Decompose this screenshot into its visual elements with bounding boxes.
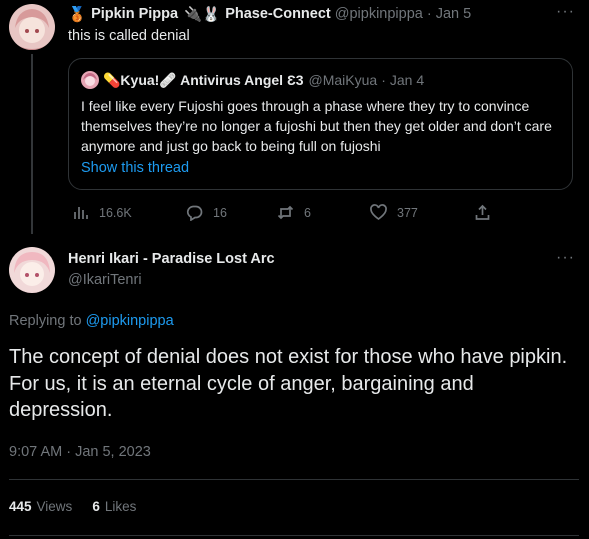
main-tweet-text: The concept of denial does not exist for… (9, 346, 568, 421)
separator-dot: · (381, 72, 386, 88)
retweet-button[interactable]: 6 (277, 204, 311, 221)
like-button[interactable]: 377 (370, 204, 418, 221)
divider (9, 479, 579, 480)
quoted-author-name[interactable]: 💊Kyua!🩹 Antivirus Angel Ɛ3 (103, 72, 304, 89)
parent-author-name[interactable]: Pipkin Pippa (91, 6, 178, 22)
reply-button[interactable]: 16 (186, 204, 227, 221)
separator-dot: · (426, 6, 432, 22)
views-stat-count: 445 (9, 499, 32, 514)
share-button[interactable] (474, 204, 491, 221)
views-button[interactable]: 16.6K (72, 204, 132, 221)
parent-tweet-text: this is called denial (68, 28, 190, 44)
show-thread-link[interactable]: Show this thread (81, 160, 189, 176)
divider (9, 535, 579, 536)
quoted-author-handle[interactable]: @MaiKyua (309, 72, 378, 88)
main-author-handle[interactable]: @IkariTenri (68, 272, 142, 288)
likes-stat-count: 6 (92, 499, 100, 514)
likes-stat[interactable]: 6 Likes (92, 499, 136, 514)
main-tweet-timestamp[interactable]: 9:07 AM · Jan 5, 2023 (9, 444, 151, 460)
like-count: 377 (397, 205, 418, 220)
quoted-tweet-header: 💊Kyua!🩹 Antivirus Angel Ɛ3 @MaiKyua · Ja… (81, 71, 424, 89)
quoted-tweet-card[interactable]: 💊Kyua!🩹 Antivirus Angel Ɛ3 @MaiKyua · Ja… (68, 58, 573, 190)
plug-rabbit-icon: 🔌🐰 (184, 6, 221, 23)
share-icon (475, 204, 490, 220)
medal-icon: 🥉 (68, 6, 87, 23)
parent-tweet-header: 🥉 Pipkin Pippa 🔌🐰 Phase-Connect @pipkinp… (68, 4, 471, 24)
likes-stat-label: Likes (104, 499, 137, 514)
reply-count: 16 (213, 205, 227, 220)
retweet-count: 6 (304, 205, 311, 220)
parent-tweet[interactable]: 🥉 Pipkin Pippa 🔌🐰 Phase-Connect @pipkinp… (0, 0, 589, 240)
analytics-icon (74, 207, 88, 219)
thread-connector-line (31, 54, 33, 234)
avatar[interactable] (9, 247, 55, 293)
avatar[interactable] (9, 4, 55, 50)
retweet-icon (277, 205, 294, 220)
views-stat[interactable]: 445 Views (9, 499, 72, 514)
views-stat-label: Views (36, 499, 73, 514)
tweet-stats: 445 Views 6 Likes (9, 499, 156, 514)
quoted-avatar (81, 71, 99, 89)
quoted-tweet-date: Jan 4 (389, 72, 425, 88)
parent-author-affiliation[interactable]: Phase-Connect (225, 6, 331, 22)
replying-to-line: Replying to @pipkinpippa (9, 313, 174, 329)
parent-tweet-date[interactable]: Jan 5 (436, 6, 471, 22)
parent-author-handle[interactable]: @pipkinpippa (335, 6, 423, 22)
views-count: 16.6K (99, 205, 132, 220)
reply-icon (186, 205, 203, 221)
tweet-action-bar: 16.6K 16 6 377 (72, 204, 492, 224)
main-author-name[interactable]: Henri Ikari - Paradise Lost Arc (68, 251, 275, 267)
replying-to-link[interactable]: @pipkinpippa (86, 313, 174, 329)
more-options-button[interactable]: ··· (556, 249, 575, 267)
heart-icon (370, 204, 387, 221)
replying-to-prefix: Replying to (9, 313, 86, 329)
more-options-button[interactable]: ··· (556, 3, 575, 21)
quoted-tweet-text: I feel like every Fujoshi goes through a… (81, 98, 552, 154)
